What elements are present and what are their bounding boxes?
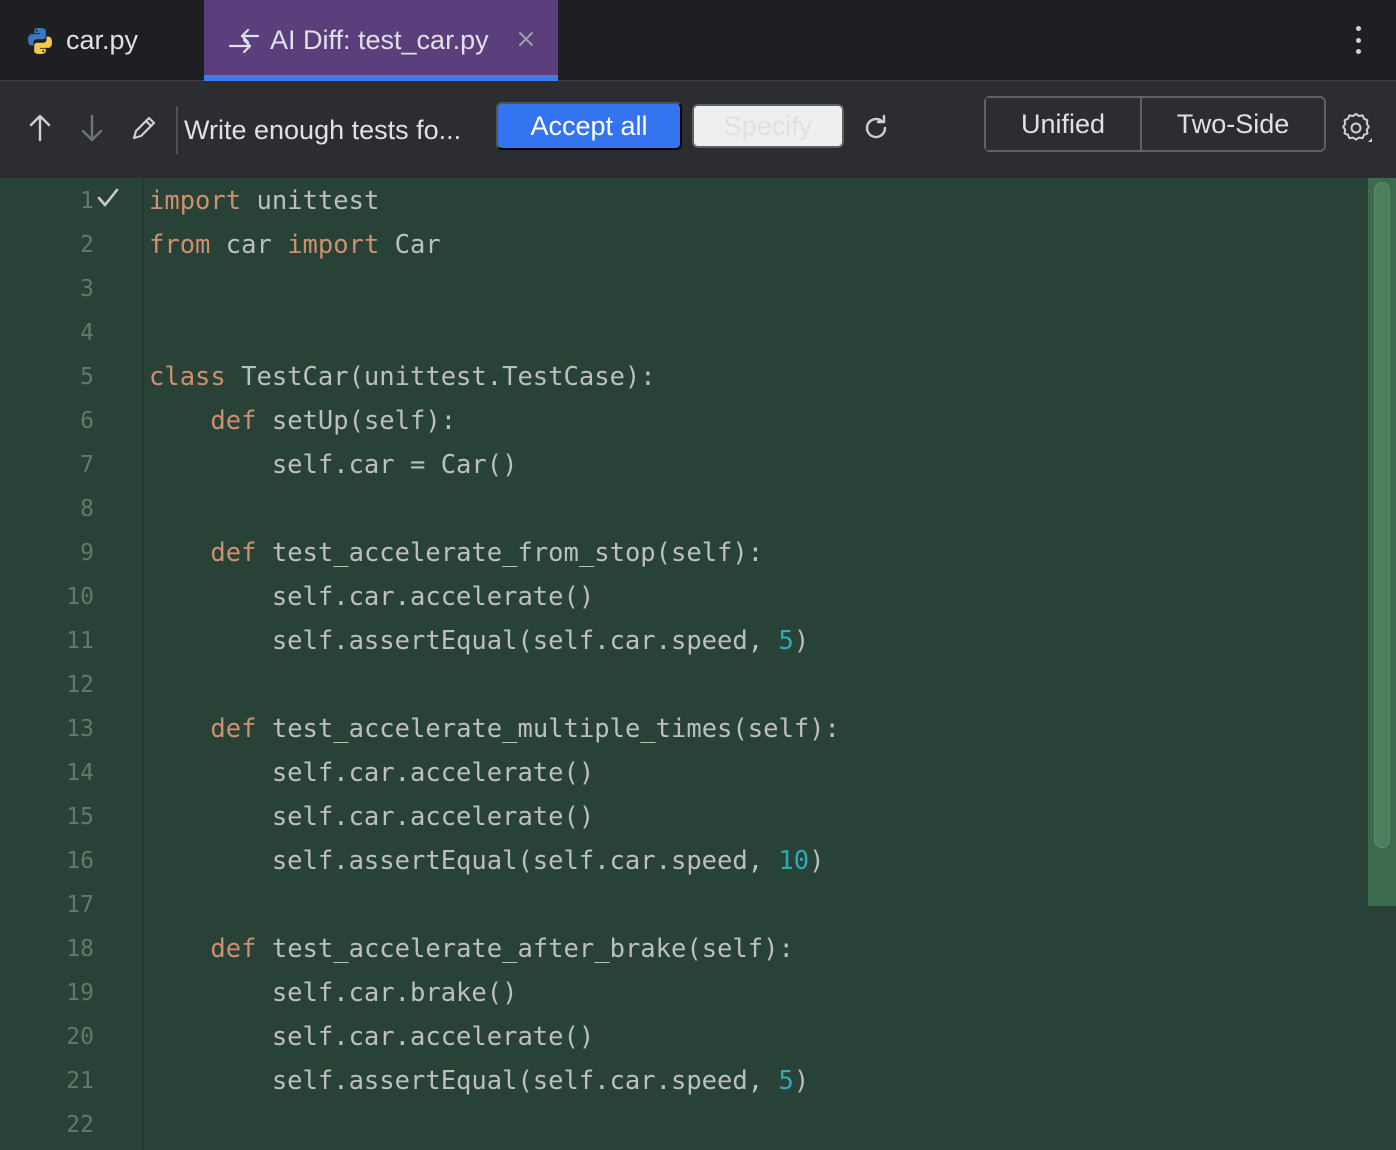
- code-line[interactable]: 9 def test_accelerate_from_stop(self):: [0, 531, 1366, 575]
- line-number: 13: [66, 716, 94, 742]
- code-line[interactable]: 5 class TestCar(unittest.TestCase):: [0, 355, 1366, 399]
- line-number: 3: [80, 276, 94, 302]
- tab-ai-diff[interactable]: AI Diff: test_car.py: [204, 0, 558, 81]
- view-mode-toggle: Unified Two-Side: [984, 96, 1326, 152]
- prompt-text[interactable]: Write enough tests fo...: [184, 106, 461, 154]
- next-change-icon[interactable]: [72, 108, 112, 148]
- code-line[interactable]: 14 self.car.accelerate(): [0, 751, 1366, 795]
- accept-all-button[interactable]: Accept all: [496, 102, 682, 150]
- code-text: self.car.accelerate(): [149, 802, 595, 832]
- line-number: 14: [66, 760, 94, 786]
- code-text: def test_accelerate_after_brake(self):: [210, 934, 794, 964]
- code-line[interactable]: 3: [0, 267, 1366, 311]
- line-number: 18: [66, 936, 94, 962]
- scrollbar-thumb[interactable]: [1374, 182, 1390, 848]
- line-number: 9: [80, 540, 94, 566]
- line-number: 10: [66, 584, 94, 610]
- diff-toolbar: Write enough tests fo... Accept all Spec…: [0, 82, 1396, 178]
- line-number: 2: [80, 232, 94, 258]
- unified-view-button[interactable]: Unified: [986, 98, 1142, 150]
- code-line[interactable]: 6 def setUp(self):: [0, 399, 1366, 443]
- code-line[interactable]: 16 self.assertEqual(self.car.speed, 10): [0, 839, 1366, 883]
- code-text: def setUp(self):: [210, 406, 457, 436]
- code-text: self.assertEqual(self.car.speed, 5): [149, 626, 810, 656]
- code-line[interactable]: 22: [0, 1103, 1366, 1147]
- more-options-icon[interactable]: [1342, 22, 1374, 58]
- code-text: class TestCar(unittest.TestCase):: [149, 362, 656, 392]
- code-line[interactable]: 4: [0, 311, 1366, 355]
- tab-car-py[interactable]: car.py: [0, 0, 204, 81]
- line-number: 17: [66, 892, 94, 918]
- gear-icon[interactable]: [1336, 108, 1376, 148]
- line-number: 16: [66, 848, 94, 874]
- tab-label: AI Diff: test_car.py: [270, 25, 489, 55]
- close-icon[interactable]: [514, 24, 538, 54]
- code-text: self.car = Car(): [149, 450, 518, 480]
- line-number: 1: [80, 188, 94, 214]
- previous-change-icon[interactable]: [20, 108, 60, 148]
- code-line[interactable]: 20 self.car.accelerate(): [0, 1015, 1366, 1059]
- line-number: 7: [80, 452, 94, 478]
- code-line[interactable]: 18 def test_accelerate_after_brake(self)…: [0, 927, 1366, 971]
- code-line[interactable]: 2 from car import Car: [0, 223, 1366, 267]
- code-line[interactable]: 11 self.assertEqual(self.car.speed, 5): [0, 619, 1366, 663]
- accept-line-check-icon[interactable]: [96, 187, 120, 211]
- line-number: 4: [80, 320, 94, 346]
- toolbar-separator: [176, 106, 178, 154]
- code-text: self.assertEqual(self.car.speed, 10): [149, 846, 825, 876]
- code-text: self.assertEqual(self.car.speed, 5): [149, 1066, 810, 1096]
- code-line[interactable]: 15 self.car.accelerate(): [0, 795, 1366, 839]
- line-number: 5: [80, 364, 94, 390]
- specify-button[interactable]: Specify: [692, 104, 844, 148]
- line-number: 11: [66, 628, 94, 654]
- code-text: self.car.accelerate(): [149, 758, 595, 788]
- code-line[interactable]: 17: [0, 883, 1366, 927]
- code-line[interactable]: 1 import unittest: [0, 179, 1366, 223]
- code-text: self.car.accelerate(): [149, 582, 595, 612]
- line-number: 15: [66, 804, 94, 830]
- editor-tab-bar: car.py AI Diff: test_car.py: [0, 0, 1396, 81]
- line-number: 22: [66, 1112, 94, 1138]
- code-line[interactable]: 12: [0, 663, 1366, 707]
- diff-icon: [228, 28, 260, 53]
- code-line[interactable]: 21 self.assertEqual(self.car.speed, 5): [0, 1059, 1366, 1103]
- line-number: 21: [66, 1068, 94, 1094]
- code-text: import unittest: [149, 186, 380, 216]
- tab-label: car.py: [66, 25, 139, 55]
- code-text: self.car.accelerate(): [149, 1022, 595, 1052]
- code-line[interactable]: 7 self.car = Car(): [0, 443, 1366, 487]
- code-line[interactable]: 8: [0, 487, 1366, 531]
- line-number: 12: [66, 672, 94, 698]
- code-text: def test_accelerate_multiple_times(self)…: [210, 714, 840, 744]
- diff-editor[interactable]: 1 import unittest 2 from car import Car 3 4 5 c…: [0, 178, 1396, 1150]
- edit-pencil-icon[interactable]: [124, 108, 164, 148]
- active-tab-indicator: [204, 75, 558, 81]
- code-line[interactable]: 19 self.car.brake(): [0, 971, 1366, 1015]
- code-line[interactable]: 13 def test_accelerate_multiple_times(se…: [0, 707, 1366, 751]
- regenerate-icon[interactable]: [856, 108, 896, 148]
- line-number: 19: [66, 980, 94, 1006]
- code-text: def test_accelerate_from_stop(self):: [210, 538, 764, 568]
- code-line[interactable]: 10 self.car.accelerate(): [0, 575, 1366, 619]
- python-icon: [28, 27, 52, 54]
- line-number: 6: [80, 408, 94, 434]
- code-text: self.car.brake(): [149, 978, 518, 1008]
- code-text: from car import Car: [149, 230, 441, 260]
- line-number: 8: [80, 496, 94, 522]
- line-number: 20: [66, 1024, 94, 1050]
- two-side-view-button[interactable]: Two-Side: [1142, 98, 1324, 150]
